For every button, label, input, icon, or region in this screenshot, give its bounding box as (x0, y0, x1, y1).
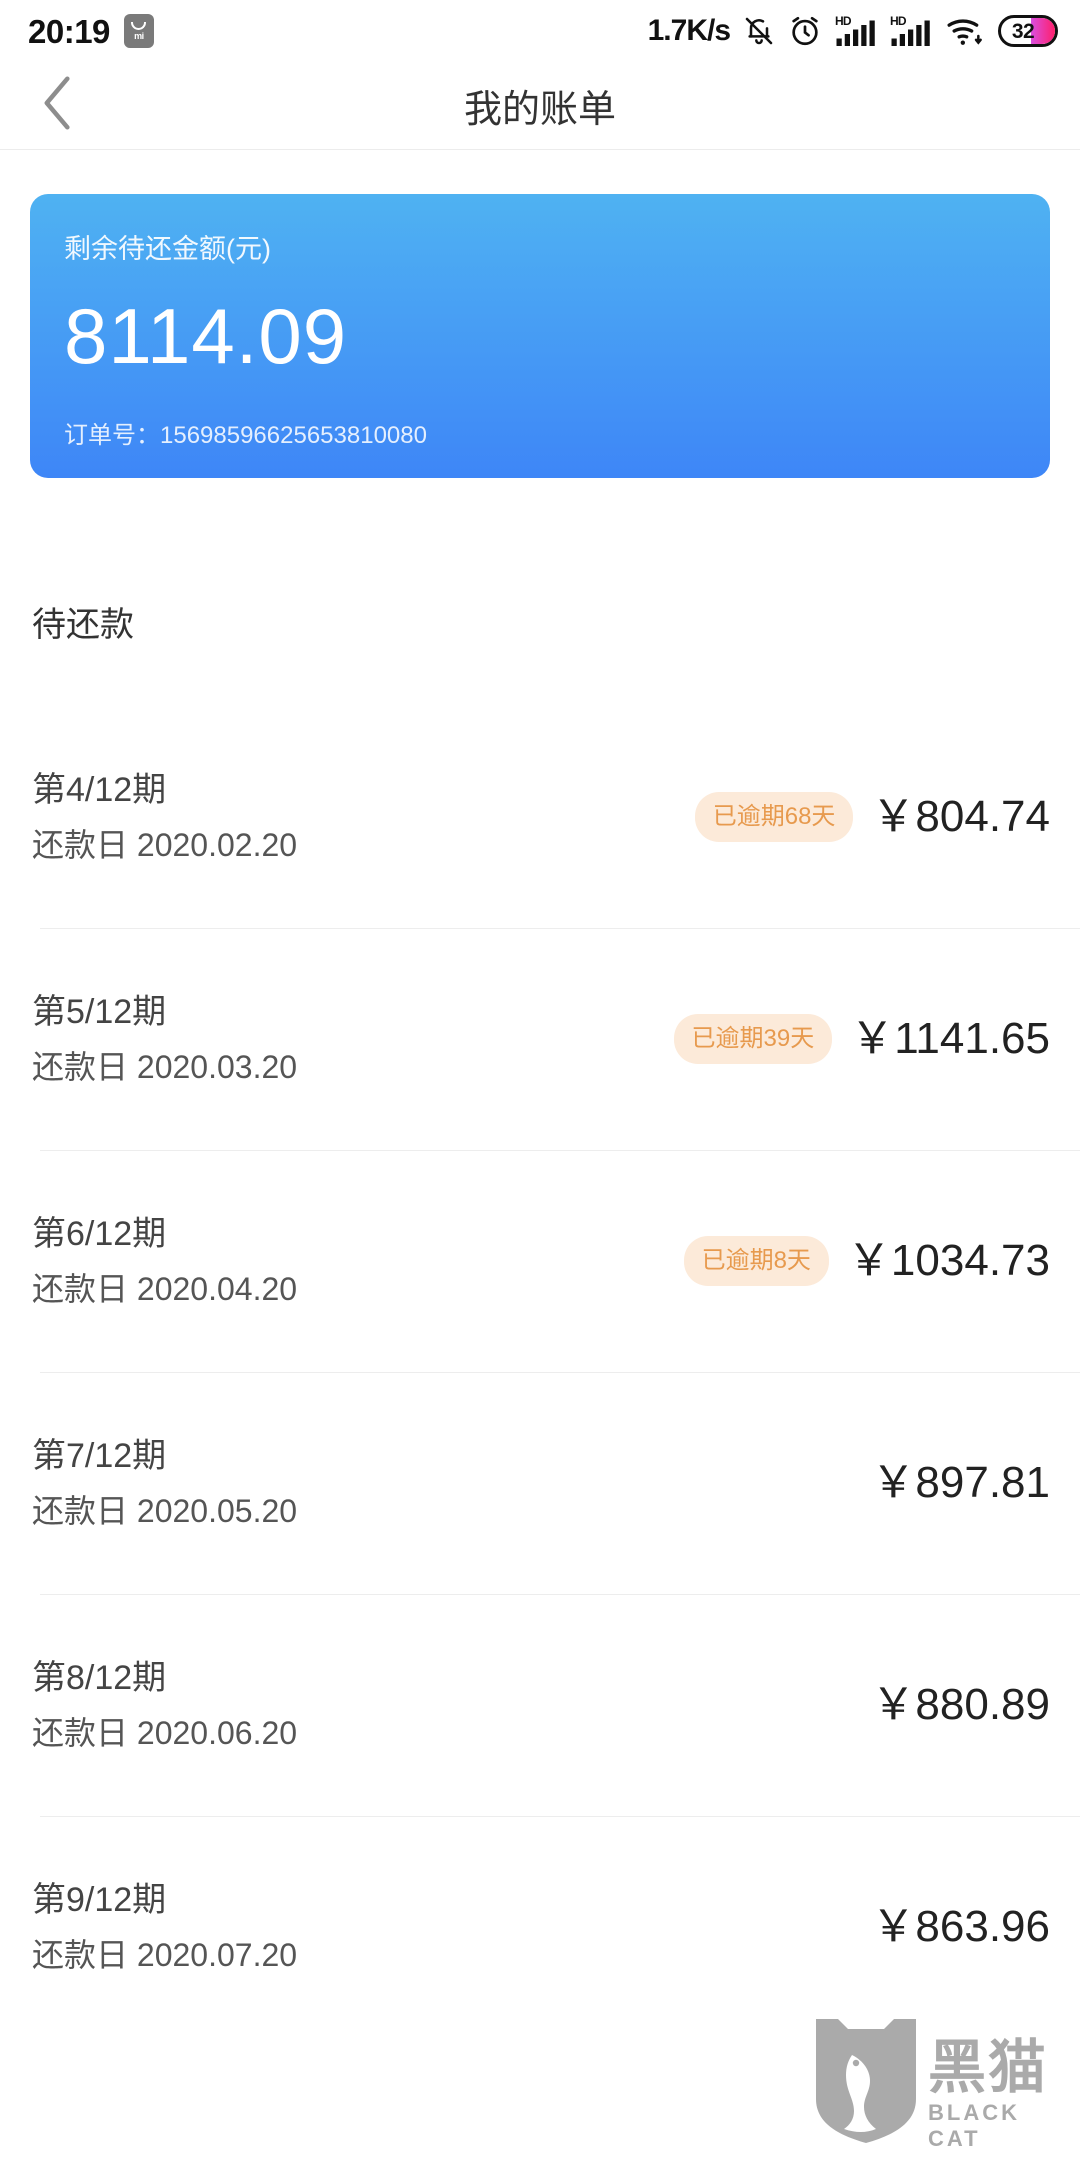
bill-list: 第4/12期 还款日 2020.02.20 已逾期68天 ￥804.74 第5/… (0, 706, 1080, 2038)
remaining-balance-card[interactable]: 剩余待还金额(元) 8114.09 订单号：156985966256538100… (30, 194, 1050, 478)
order-number-row: 订单号：15698596625653810080 (64, 415, 427, 450)
card-amount: 8114.09 (64, 292, 348, 380)
row-left: 第6/12期 还款日 2020.04.20 (32, 1217, 297, 1305)
status-time: 20:19 (28, 12, 110, 50)
mute-bell-icon (743, 14, 775, 48)
row-left: 第8/12期 还款日 2020.06.20 (32, 1661, 297, 1749)
bill-due-date: 还款日 2020.05.20 (32, 1493, 298, 1529)
network-speed-text: 1.7K/s (647, 14, 731, 47)
alarm-clock-icon (788, 14, 822, 48)
hd-signal-icon: HD (835, 13, 877, 49)
status-badge: 已逾期8天 (683, 1236, 829, 1286)
bill-due-date: 还款日 2020.03.20 (32, 1049, 298, 1085)
bill-period: 第6/12期 (32, 1215, 167, 1253)
page-title: 我的账单 (463, 89, 616, 131)
card-label: 剩余待还金额(元) (64, 234, 271, 264)
watermark-en: BLACK CAT (928, 2100, 1020, 2151)
row-left: 第5/12期 还款日 2020.03.20 (32, 995, 297, 1083)
back-button[interactable] (28, 76, 88, 136)
order-number-label: 订单号： (64, 422, 160, 449)
row-right: 已逾期8天 ￥1034.73 (683, 1236, 1050, 1286)
table-row[interactable]: 第6/12期 还款日 2020.04.20 已逾期8天 ￥1034.73 (0, 1150, 1080, 1372)
row-right: ￥880.89 (871, 1683, 1050, 1727)
bill-due-date: 还款日 2020.02.20 (32, 827, 298, 863)
nav-bar: 我的账单 (0, 62, 1080, 150)
table-row[interactable]: 第8/12期 还款日 2020.06.20 ￥880.89 (0, 1594, 1080, 1816)
row-left: 第7/12期 还款日 2020.05.20 (32, 1439, 297, 1527)
mi-logo-text: mi (134, 30, 144, 41)
bill-period: 第8/12期 (32, 1659, 167, 1697)
status-bar: 20:19 mi 1.7K/s HD HD 32 (0, 0, 1080, 62)
bill-amount: ￥804.74 (871, 792, 1050, 841)
wifi-icon (945, 14, 985, 48)
watermark-black-cat: 黑猫 BLACK CAT (812, 2019, 1062, 2152)
chevron-left-icon (41, 75, 75, 136)
battery-icon: 32 (998, 15, 1058, 47)
row-left: 第9/12期 还款日 2020.07.20 (32, 1883, 297, 1971)
table-row[interactable]: 第9/12期 还款日 2020.07.20 ￥863.96 (0, 1816, 1080, 2038)
bill-amount: ￥1141.65 (850, 1014, 1050, 1063)
summary-card-wrapper: 剩余待还金额(元) 8114.09 订单号：156985966256538100… (0, 150, 1080, 478)
svg-text:HD: HD (890, 14, 907, 28)
section-title-pending-repayment: 待还款 (32, 606, 134, 644)
bill-period: 第5/12期 (32, 993, 167, 1031)
bill-due-date: 还款日 2020.06.20 (32, 1715, 298, 1751)
bill-due-date: 还款日 2020.04.20 (32, 1271, 298, 1307)
battery-level: 32 (1011, 19, 1035, 43)
table-row[interactable]: 第5/12期 还款日 2020.03.20 已逾期39天 ￥1141.65 (0, 928, 1080, 1150)
bill-period: 第7/12期 (32, 1437, 167, 1475)
row-right: 已逾期68天 ￥804.74 (694, 792, 1050, 842)
bill-period: 第9/12期 (32, 1881, 167, 1919)
row-left: 第4/12期 还款日 2020.02.20 (32, 773, 297, 861)
mi-logo-icon: mi (123, 14, 154, 48)
table-row[interactable]: 第7/12期 还款日 2020.05.20 ￥897.81 (0, 1372, 1080, 1594)
bill-amount: ￥1034.73 (846, 1236, 1050, 1285)
bill-due-date: 还款日 2020.07.20 (32, 1937, 298, 1973)
watermark-cn: 黑猫 (928, 2034, 1049, 2100)
svg-text:HD: HD (835, 14, 852, 28)
watermark-text: 黑猫 BLACK CAT (928, 2034, 1062, 2152)
bill-amount: ￥897.81 (871, 1458, 1050, 1507)
status-badge: 已逾期39天 (673, 1014, 833, 1064)
row-right: ￥863.96 (871, 1905, 1050, 1949)
bill-amount: ￥880.89 (871, 1680, 1050, 1729)
bill-amount: ￥863.96 (871, 1902, 1050, 1951)
row-right: 已逾期39天 ￥1141.65 (673, 1014, 1050, 1064)
status-badge: 已逾期68天 (694, 792, 854, 842)
status-icons: 1.7K/s HD HD 32 (648, 13, 1058, 49)
bill-period: 第4/12期 (32, 771, 167, 809)
table-row[interactable]: 第4/12期 还款日 2020.02.20 已逾期68天 ￥804.74 (0, 706, 1080, 928)
row-right: ￥897.81 (871, 1461, 1050, 1505)
order-number-value: 15698596625653810080 (160, 422, 427, 449)
hd-signal-icon: HD (890, 13, 932, 49)
